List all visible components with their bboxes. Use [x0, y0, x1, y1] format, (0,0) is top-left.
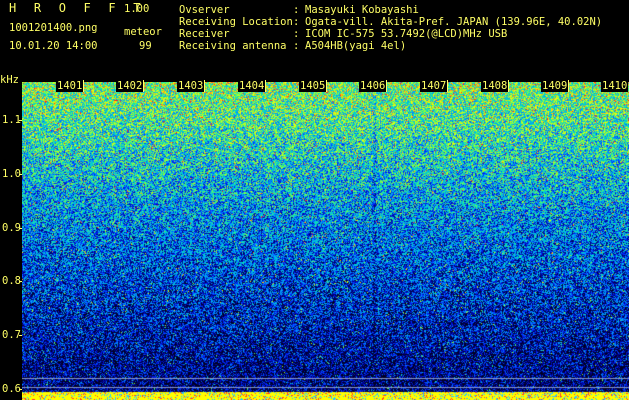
y-tick-mark: [19, 281, 22, 283]
x-tick-label: 1408: [481, 80, 509, 92]
app-version: 1.00: [124, 3, 150, 15]
y-tick-mark: [19, 227, 22, 229]
x-tick-label: 1402: [116, 80, 144, 92]
x-tick-label: 1407: [420, 80, 448, 92]
event-count: 99: [139, 40, 152, 52]
info-colon: :: [293, 28, 300, 40]
y-tick-mark: [19, 173, 22, 175]
capture-datetime: 10.01.20 14:00: [9, 40, 98, 52]
info-label: Receiving antenna: [179, 40, 287, 52]
x-tick-label: 1404: [238, 80, 266, 92]
info-colon: :: [293, 16, 300, 28]
info-label: Receiving Location: [179, 16, 293, 28]
y-axis-unit: kHz: [0, 74, 19, 86]
y-tick-mark: [19, 335, 22, 337]
spectrogram-heatmap: [22, 82, 629, 400]
info-value: Masayuki Kobayashi: [305, 4, 419, 16]
x-tick-label: 1406: [359, 80, 387, 92]
info-label: Receiver: [179, 28, 230, 40]
info-colon: :: [293, 40, 300, 52]
info-colon: :: [293, 4, 300, 16]
event-type-label: meteor: [124, 26, 162, 38]
y-tick-mark: [19, 119, 22, 121]
info-label: Ovserver: [179, 4, 230, 16]
x-tick-label: 1403: [177, 80, 205, 92]
x-tick-label: 1410: [601, 80, 629, 92]
x-tick-label: 1401: [56, 80, 84, 92]
x-tick-label: 1409: [541, 80, 569, 92]
image-filename: 1001201400.png: [9, 22, 98, 34]
info-value: A504HB(yagi 4el): [305, 40, 407, 52]
info-value: ICOM IC-575 53.7492(@LCD)MHz USB: [305, 28, 508, 40]
y-tick-mark: [19, 389, 22, 391]
x-tick-label: 1405: [299, 80, 327, 92]
info-value: Ogata-vill. Akita-Pref. JAPAN (139.96E, …: [305, 16, 603, 28]
